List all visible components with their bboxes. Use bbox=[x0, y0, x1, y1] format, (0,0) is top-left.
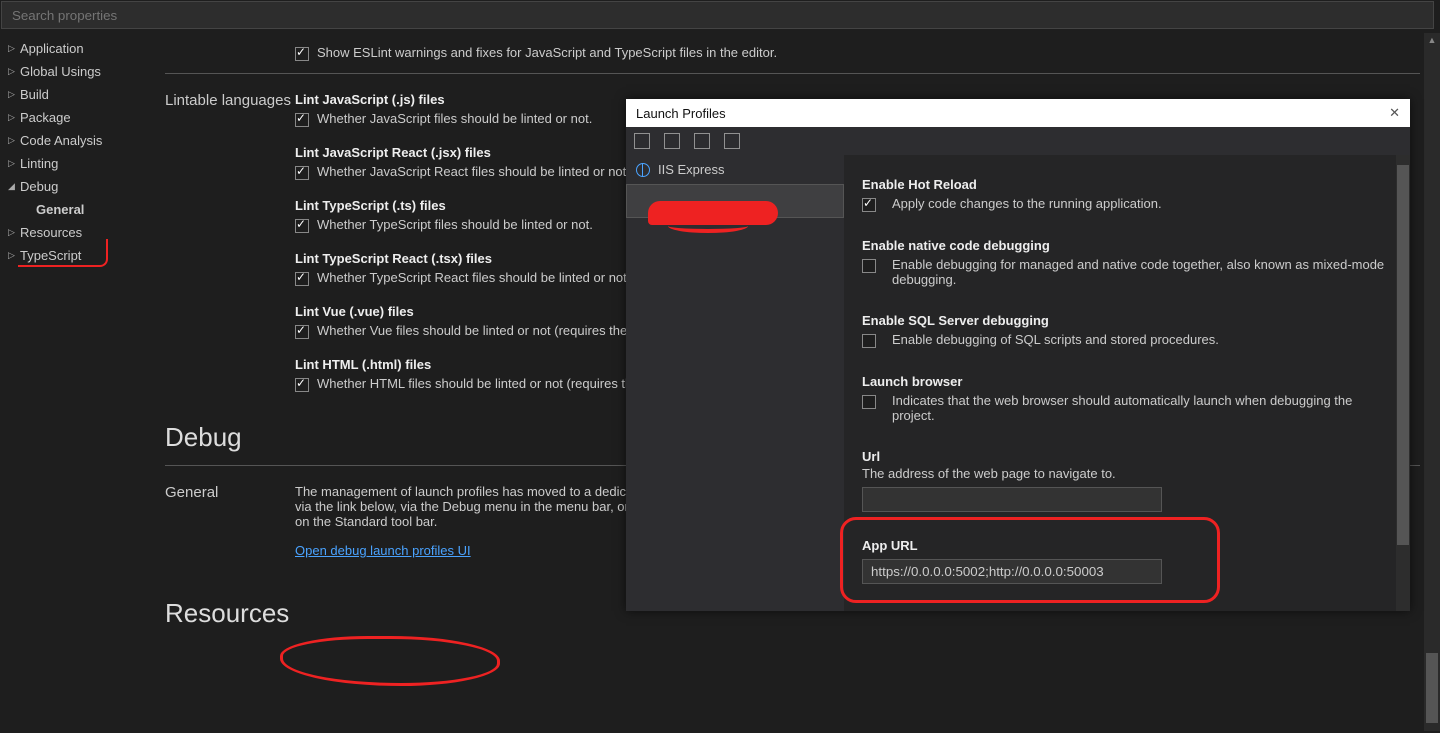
search-input[interactable] bbox=[12, 8, 1423, 23]
sql-debug-title: Enable SQL Server debugging bbox=[862, 313, 1394, 328]
native-debug-checkbox[interactable] bbox=[862, 259, 876, 273]
new-profile-icon[interactable] bbox=[634, 133, 650, 149]
chevron-right-icon: ▷ bbox=[8, 66, 18, 77]
nav-application[interactable]: ▷Application bbox=[0, 37, 165, 60]
url-input[interactable] bbox=[862, 487, 1162, 512]
profile-settings-panel: Enable Hot Reload Apply code changes to … bbox=[844, 155, 1410, 611]
sidebar: ▷Application ▷Global Usings ▷Build ▷Pack… bbox=[0, 29, 165, 731]
lint-item-desc: Whether Vue files should be linted or no… bbox=[317, 323, 648, 338]
url-desc: The address of the web page to navigate … bbox=[862, 466, 1394, 481]
nav-typescript[interactable]: ▷TypeScript bbox=[0, 244, 165, 267]
chevron-down-icon: ◢ bbox=[8, 181, 18, 192]
sql-debug-checkbox[interactable] bbox=[862, 334, 876, 348]
scrollbar-thumb[interactable] bbox=[1397, 165, 1409, 545]
rename-profile-icon[interactable] bbox=[694, 133, 710, 149]
nav-linting[interactable]: ▷Linting bbox=[0, 152, 165, 175]
duplicate-profile-icon[interactable] bbox=[664, 133, 680, 149]
lint-item-checkbox[interactable] bbox=[295, 166, 309, 180]
scroll-up-icon[interactable]: ▲ bbox=[1424, 33, 1440, 47]
window-scrollbar[interactable]: ▲ bbox=[1424, 33, 1440, 731]
lint-item-checkbox[interactable] bbox=[295, 272, 309, 286]
nav-code-analysis[interactable]: ▷Code Analysis bbox=[0, 129, 165, 152]
chevron-right-icon: ▷ bbox=[8, 250, 18, 261]
lint-item-checkbox[interactable] bbox=[295, 113, 309, 127]
launch-browser-checkbox[interactable] bbox=[862, 395, 876, 409]
dialog-title-text: Launch Profiles bbox=[636, 106, 726, 121]
hot-reload-title: Enable Hot Reload bbox=[862, 177, 1394, 192]
native-debug-title: Enable native code debugging bbox=[862, 238, 1394, 253]
profile-iis-express[interactable]: IIS Express bbox=[626, 155, 844, 184]
lint-item-desc: Whether JavaScript files should be linte… bbox=[317, 111, 592, 126]
lint-item-desc: Whether TypeScript React files should be… bbox=[317, 270, 630, 285]
launch-profiles-dialog: Launch Profiles ✕ IIS Express Enable Hot… bbox=[626, 99, 1410, 611]
chevron-right-icon: ▷ bbox=[8, 43, 18, 54]
eslint-show-label: Show ESLint warnings and fixes for JavaS… bbox=[317, 45, 777, 60]
lint-item-desc: Whether JavaScript React files should be… bbox=[317, 164, 630, 179]
app-url-input[interactable] bbox=[862, 559, 1162, 584]
dialog-toolbar bbox=[626, 127, 1410, 155]
hot-reload-checkbox[interactable] bbox=[862, 198, 876, 212]
lint-item-checkbox[interactable] bbox=[295, 325, 309, 339]
nav-package[interactable]: ▷Package bbox=[0, 106, 165, 129]
app-url-title: App URL bbox=[862, 538, 1394, 553]
url-title: Url bbox=[862, 449, 1394, 464]
dialog-titlebar: Launch Profiles ✕ bbox=[626, 99, 1410, 127]
debug-general-label: General bbox=[165, 484, 295, 558]
profile-redacted[interactable] bbox=[626, 184, 844, 218]
nav-resources[interactable]: ▷Resources bbox=[0, 221, 165, 244]
globe-icon bbox=[636, 163, 650, 177]
chevron-right-icon: ▷ bbox=[8, 227, 18, 238]
nav-build[interactable]: ▷Build bbox=[0, 83, 165, 106]
nav-debug[interactable]: ◢Debug bbox=[0, 175, 165, 198]
divider bbox=[165, 73, 1420, 74]
lint-item-checkbox[interactable] bbox=[295, 378, 309, 392]
search-bar[interactable] bbox=[1, 1, 1434, 29]
eslint-show-checkbox[interactable] bbox=[295, 47, 309, 61]
chevron-right-icon: ▷ bbox=[8, 112, 18, 123]
nav-debug-general[interactable]: General bbox=[0, 198, 165, 221]
profile-list: IIS Express bbox=[626, 155, 844, 611]
lintable-heading: Lintable languages bbox=[165, 92, 295, 392]
chevron-right-icon: ▷ bbox=[8, 135, 18, 146]
lint-item-desc: Whether HTML files should be linted or n… bbox=[317, 376, 640, 391]
lint-item-checkbox[interactable] bbox=[295, 219, 309, 233]
dialog-scrollbar[interactable] bbox=[1396, 155, 1410, 611]
nav-global-usings[interactable]: ▷Global Usings bbox=[0, 60, 165, 83]
open-launch-profiles-link[interactable]: Open debug launch profiles UI bbox=[295, 543, 471, 558]
chevron-right-icon: ▷ bbox=[8, 158, 18, 169]
chevron-right-icon: ▷ bbox=[8, 89, 18, 100]
launch-browser-title: Launch browser bbox=[862, 374, 1394, 389]
delete-profile-icon[interactable] bbox=[724, 133, 740, 149]
close-icon[interactable]: ✕ bbox=[1389, 105, 1400, 121]
scrollbar-thumb[interactable] bbox=[1426, 653, 1438, 723]
lint-item-desc: Whether TypeScript files should be linte… bbox=[317, 217, 593, 232]
